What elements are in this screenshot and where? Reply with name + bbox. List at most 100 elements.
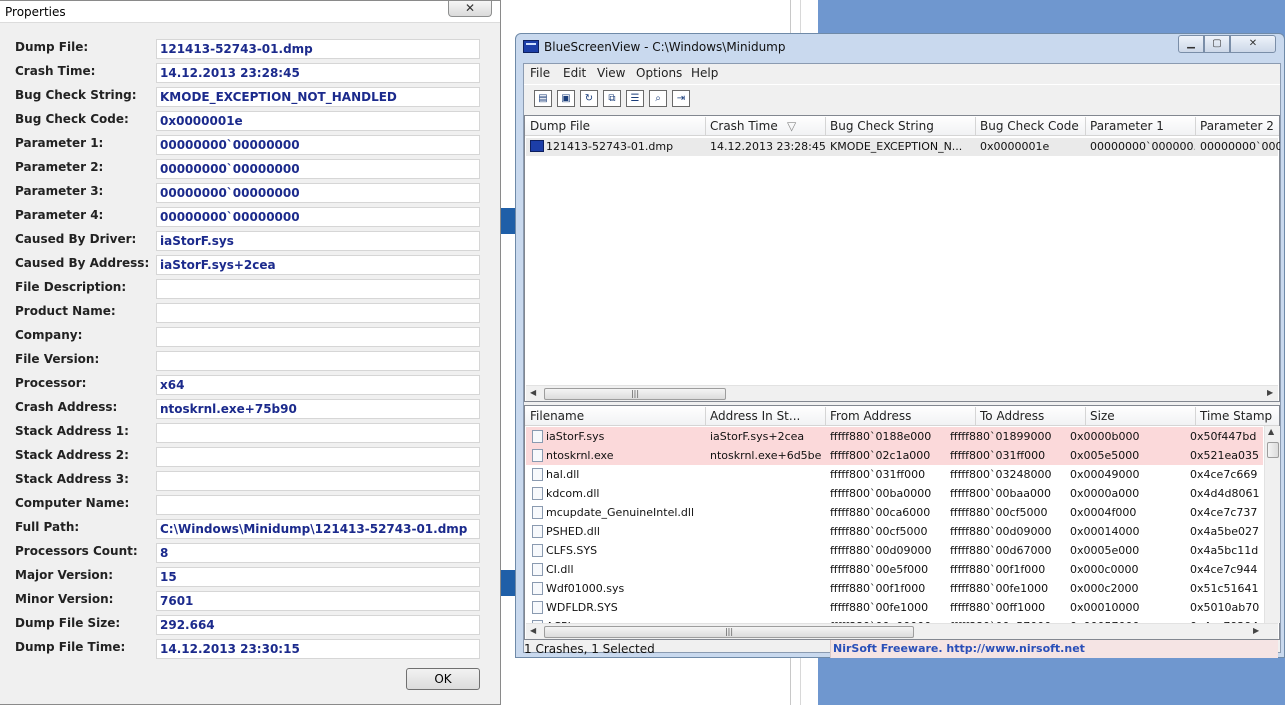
module-row[interactable]: PSHED.dll fffff880`00cf5000 fffff880`00d09…	[526, 522, 1263, 541]
property-value-field[interactable]: 15	[156, 567, 480, 587]
property-value-field[interactable]: ntoskrnl.exe+75b90	[156, 399, 480, 419]
property-value-field[interactable]: x64	[156, 375, 480, 395]
column-header[interactable]: Time Stamp	[1200, 409, 1272, 423]
find-icon[interactable]: ⌕	[649, 90, 667, 107]
property-value-field[interactable]	[156, 303, 480, 323]
property-value-field[interactable]	[156, 327, 480, 347]
column-header[interactable]: To Address	[980, 409, 1044, 423]
refresh-icon[interactable]: ↻	[580, 90, 598, 107]
column-separator[interactable]	[705, 407, 706, 425]
property-value-field[interactable]: iaStorF.sys	[156, 231, 480, 251]
copy-icon[interactable]: ⧉	[603, 90, 621, 107]
column-separator[interactable]	[1195, 407, 1196, 425]
property-value-field[interactable]: 7601	[156, 591, 480, 611]
property-value-field[interactable]: 00000000`00000000	[156, 207, 480, 227]
scrollbar-thumb[interactable]: |||	[544, 388, 726, 400]
column-header[interactable]: Filename	[530, 409, 584, 423]
module-row[interactable]: hal.dll fffff800`031ff000 fffff800`0324800…	[526, 465, 1263, 484]
save-html-icon[interactable]: ▤	[534, 90, 552, 107]
window-close-button[interactable]: ✕	[1230, 35, 1276, 53]
property-label: Dump File Time:	[15, 640, 126, 654]
save-icon[interactable]: ▣	[557, 90, 575, 107]
menu-options[interactable]: Options	[636, 66, 682, 80]
module-row[interactable]: kdcom.dll fffff800`00ba0000 fffff800`00baa…	[526, 484, 1263, 503]
property-value-field[interactable]	[156, 495, 480, 515]
module-cell: 0x0000a000	[1070, 487, 1140, 500]
module-row[interactable]: ntoskrnl.exe ntoskrnl.exe+6d5be fffff800`0…	[526, 446, 1263, 465]
property-value-field[interactable]: 00000000`00000000	[156, 159, 480, 179]
menu-edit[interactable]: Edit	[563, 66, 586, 80]
column-separator[interactable]	[1085, 117, 1086, 135]
menu-file[interactable]: File	[530, 66, 550, 80]
nirsoft-link[interactable]: NirSoft Freeware. http://www.nirsoft.net	[830, 640, 1278, 658]
module-cell: fffff880`00fe1000	[830, 601, 929, 614]
property-value-field[interactable]: iaStorF.sys+2cea	[156, 255, 480, 275]
column-separator[interactable]	[825, 117, 826, 135]
property-value-field[interactable]: 00000000`00000000	[156, 183, 480, 203]
column-separator[interactable]	[705, 117, 706, 135]
scroll-right-icon[interactable]: ▶	[1253, 626, 1259, 635]
column-header[interactable]: Bug Check Code	[980, 119, 1079, 133]
menu-view[interactable]: View	[597, 66, 625, 80]
property-value-field[interactable]: C:\Windows\Minidump\121413-52743-01.dmp	[156, 519, 480, 539]
column-separator[interactable]	[1085, 407, 1086, 425]
module-list-vscroll[interactable]: ▲	[1264, 426, 1280, 623]
properties-icon[interactable]: ☰	[626, 90, 644, 107]
scrollbar-thumb[interactable]: |||	[544, 626, 914, 638]
property-value-field[interactable]	[156, 351, 480, 371]
module-row[interactable]: CI.dll fffff880`00e5f000 fffff880`00f1f000…	[526, 560, 1263, 579]
property-value-field[interactable]: 292.664	[156, 615, 480, 635]
exit-icon[interactable]: ⇥	[672, 90, 690, 107]
property-value-field[interactable]: 121413-52743-01.dmp	[156, 39, 480, 59]
property-value-field[interactable]: 0x0000001e	[156, 111, 480, 131]
module-row[interactable]: WDFLDR.SYS fffff880`00fe1000 fffff880`00ff…	[526, 598, 1263, 617]
module-cell: fffff880`00f1f000	[950, 563, 1046, 576]
ok-button[interactable]: OK	[406, 668, 480, 690]
scrollbar-thumb[interactable]	[1267, 442, 1279, 458]
maximize-button[interactable]: ▢	[1204, 35, 1230, 53]
property-value-field[interactable]: 8	[156, 543, 480, 563]
column-header[interactable]: Bug Check String	[830, 119, 934, 133]
module-row[interactable]: mcupdate_GenuineIntel.dll fffff880`00ca60…	[526, 503, 1263, 522]
scroll-up-icon[interactable]: ▲	[1268, 427, 1274, 436]
property-value-field[interactable]: 14.12.2013 23:30:15	[156, 639, 480, 659]
property-value-field[interactable]	[156, 279, 480, 299]
module-row[interactable]: CLFS.SYS fffff880`00d09000 fffff880`00d670…	[526, 541, 1263, 560]
column-header[interactable]: Parameter 2	[1200, 119, 1274, 133]
property-value-field[interactable]: 00000000`00000000	[156, 135, 480, 155]
column-separator[interactable]	[975, 117, 976, 135]
property-label: Dump File Size:	[15, 616, 121, 630]
column-header[interactable]: Parameter 1	[1090, 119, 1164, 133]
module-cell: 0x00014000	[1070, 525, 1140, 538]
column-header[interactable]: Size	[1090, 409, 1115, 423]
property-value-field[interactable]: KMODE_EXCEPTION_NOT_HANDLED	[156, 87, 480, 107]
scroll-left-icon[interactable]: ◀	[530, 626, 536, 635]
column-separator[interactable]	[1195, 117, 1196, 135]
column-header[interactable]: Address In St...	[710, 409, 800, 423]
module-row[interactable]: Wdf01000.sys fffff880`00f1f000 fffff880`00…	[526, 579, 1263, 598]
module-cell: fffff880`00ff1000	[950, 601, 1046, 614]
menu-help[interactable]: Help	[691, 66, 718, 80]
column-header[interactable]: Crash Time	[710, 119, 778, 133]
property-value-field[interactable]: 14.12.2013 23:28:45	[156, 63, 480, 83]
module-list-hscroll[interactable]: ◀ ||| ▶	[526, 623, 1278, 639]
property-label: File Description:	[15, 280, 127, 294]
column-header[interactable]: Dump File	[530, 119, 590, 133]
scroll-right-icon[interactable]: ▶	[1267, 388, 1273, 397]
property-row: Parameter 1: 00000000`00000000	[0, 135, 501, 155]
column-header[interactable]: From Address	[830, 409, 911, 423]
crash-row[interactable]: 121413-52743-01.dmp 14.12.2013 23:28:45 KM…	[526, 138, 1280, 156]
column-separator[interactable]	[825, 407, 826, 425]
property-value-field[interactable]	[156, 471, 480, 491]
scroll-left-icon[interactable]: ◀	[530, 388, 536, 397]
property-row: Minor Version: 7601	[0, 591, 501, 611]
minimize-button[interactable]: ▁	[1178, 35, 1204, 53]
property-row: Major Version: 15	[0, 567, 501, 587]
property-value-field[interactable]	[156, 423, 480, 443]
module-cell: hal.dll	[546, 468, 580, 481]
close-button[interactable]: ✕	[448, 1, 492, 17]
property-value-field[interactable]	[156, 447, 480, 467]
crash-list-hscroll[interactable]: ◀ ||| ▶	[526, 385, 1278, 401]
column-separator[interactable]	[975, 407, 976, 425]
module-row[interactable]: iaStorF.sys iaStorF.sys+2cea fffff880`0188…	[526, 427, 1263, 446]
